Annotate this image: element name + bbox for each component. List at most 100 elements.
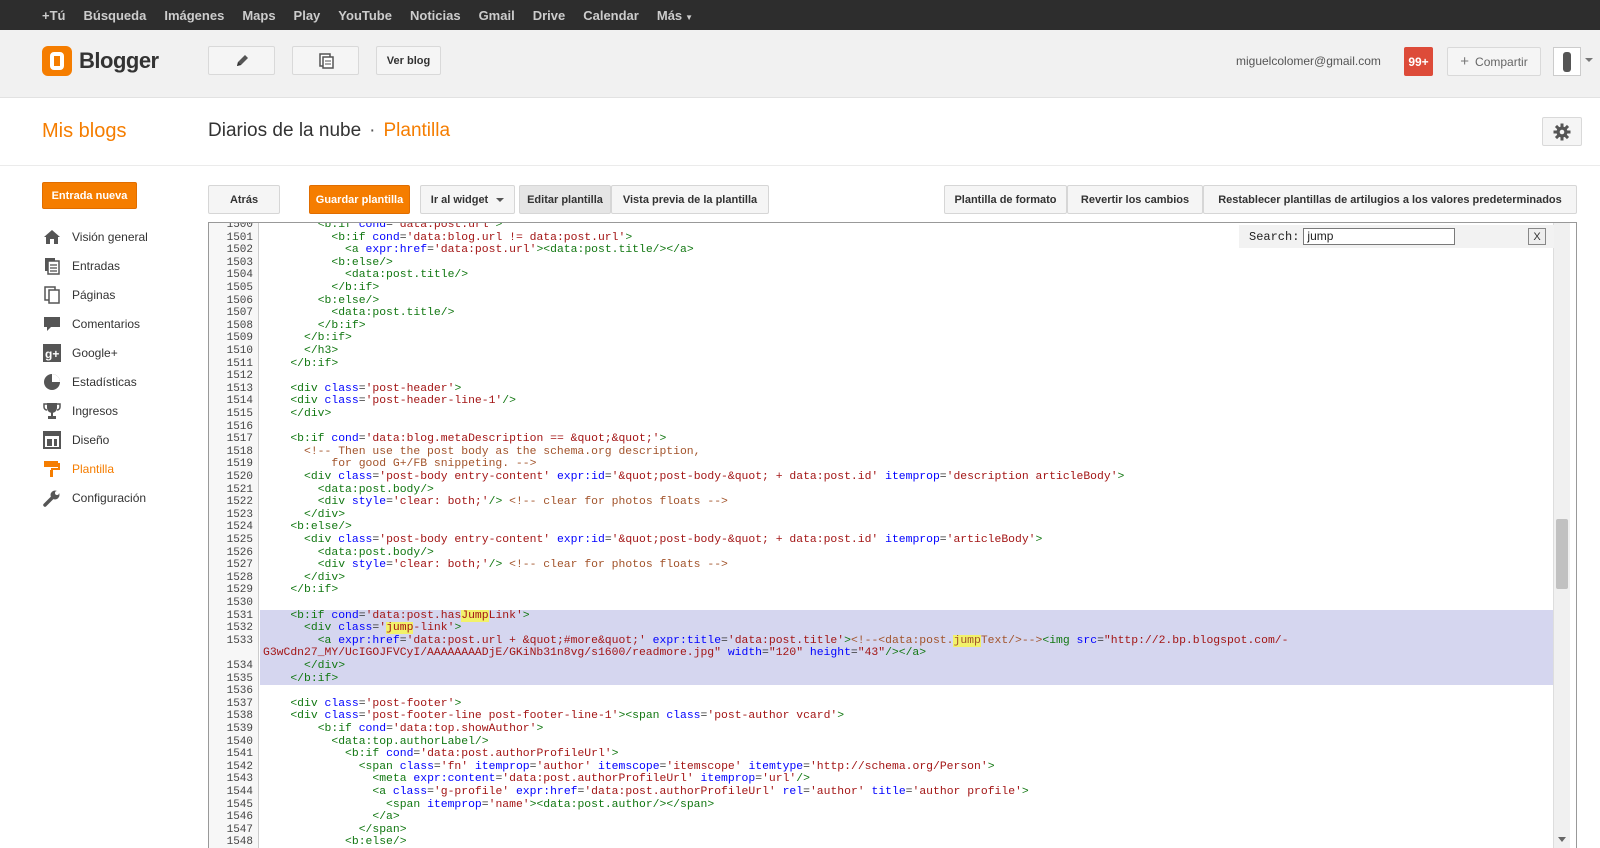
share-button[interactable]: + Compartir: [1447, 47, 1541, 76]
code-line[interactable]: </b:if>: [263, 584, 338, 597]
settings-button[interactable]: [1542, 117, 1582, 146]
code-line[interactable]: <b:if cond='data:blog.metaDescription ==…: [263, 433, 666, 446]
scroll-down-arrow-icon[interactable]: [1558, 837, 1566, 842]
gbar-link-search[interactable]: Búsqueda: [83, 8, 146, 23]
gbar-link-play[interactable]: Play: [294, 8, 321, 23]
tab-edit-template[interactable]: Editar plantilla: [519, 185, 611, 214]
format-template-button[interactable]: Plantilla de formato: [944, 185, 1067, 214]
sidebar-item-label: Google+: [72, 345, 118, 360]
close-search-button[interactable]: X: [1528, 228, 1546, 245]
gbar-link-drive[interactable]: Drive: [533, 8, 566, 23]
page-title: Plantilla: [383, 120, 451, 141]
code-line[interactable]: <b:if cond='data:post.authorProfileUrl'>: [263, 748, 618, 761]
gbar-link-gmail[interactable]: Gmail: [479, 8, 515, 23]
code-line[interactable]: <a class='g-profile' expr:href='data:pos…: [263, 786, 1028, 799]
code-line[interactable]: <b:if cond='data:post.hasJumpLink'>: [263, 609, 530, 623]
code-line[interactable]: <div class='jump-link'>: [263, 622, 461, 635]
code-line[interactable]: <b:if cond='data:top.showAuthor'>: [263, 723, 544, 736]
account-email[interactable]: miguelcolomer@gmail.com: [1236, 54, 1381, 68]
gbar-link-plus[interactable]: +Tú: [42, 8, 65, 23]
code-line[interactable]: </b:if>: [263, 358, 338, 371]
code-line[interactable]: </a>: [263, 811, 399, 824]
save-template-button[interactable]: Guardar plantilla: [309, 185, 410, 214]
code-line[interactable]: <div style='clear: both;'/> <!-- clear f…: [263, 559, 728, 572]
avatar-dropdown-icon[interactable]: [1585, 58, 1593, 62]
code-line[interactable]: <b:else/>: [263, 257, 393, 270]
scrollbar-thumb[interactable]: [1556, 519, 1568, 589]
back-button[interactable]: Atrás: [208, 185, 280, 214]
line-number: 1504: [226, 269, 253, 282]
code-line[interactable]: </div>: [263, 572, 345, 585]
code-line[interactable]: <data:post.title/>: [263, 307, 454, 320]
code-line[interactable]: </b:if>: [263, 320, 366, 333]
code-line[interactable]: <b:else/>: [263, 836, 407, 848]
revert-changes-button[interactable]: Revertir los cambios: [1067, 185, 1203, 214]
line-number: 1545: [226, 798, 253, 811]
code-line[interactable]: <div class='post-header-line-1'/>: [263, 395, 516, 408]
view-posts-button[interactable]: [292, 46, 359, 75]
blogger-logo[interactable]: Blogger: [42, 46, 159, 76]
gbar-link-images[interactable]: Imágenes: [164, 8, 224, 23]
code-line[interactable]: </span>: [263, 824, 407, 837]
code-line[interactable]: <a expr:href='data:post.url'><data:post.…: [263, 244, 694, 257]
code-line[interactable]: <data:top.authorLabel/>: [263, 736, 488, 749]
sidebar-item-pages[interactable]: Páginas: [42, 280, 148, 309]
code-line[interactable]: <meta expr:content='data:post.authorProf…: [263, 773, 810, 786]
vertical-scrollbar[interactable]: [1553, 223, 1570, 848]
code-line[interactable]: </div>: [263, 509, 345, 522]
code-line[interactable]: <div class='post-footer'>: [263, 698, 461, 711]
code-editor[interactable]: 1500 1501 1502 1503 1504 1505 1506 1507 1508 1509…: [208, 222, 1577, 848]
search-input[interactable]: jump: [1303, 228, 1456, 245]
code-line[interactable]: <b:else/>: [263, 521, 352, 534]
new-post-pencil-button[interactable]: [208, 46, 275, 75]
notifications-badge[interactable]: 99+: [1404, 47, 1433, 76]
gbar-link-youtube[interactable]: YouTube: [338, 8, 392, 23]
avatar[interactable]: [1553, 47, 1581, 76]
blog-name[interactable]: Diarios de la nube: [208, 120, 361, 141]
code-line[interactable]: G3wCdn27_MY/UcIGOJFVCyI/AAAAAAAADjE/GKiN…: [263, 647, 926, 660]
code-line[interactable]: </b:if>: [263, 673, 338, 686]
gbar-link-news[interactable]: Noticias: [410, 8, 461, 23]
sidebar-item-template[interactable]: Plantilla: [42, 454, 148, 483]
code-line[interactable]: <span itemprop='name'><data:post.author/…: [263, 799, 714, 812]
code-line[interactable]: <b:if cond='data:blog.url != data:post.u…: [263, 232, 632, 245]
line-number: 1501: [226, 231, 253, 244]
jump-to-widget-dropdown[interactable]: Ir al widget: [420, 185, 515, 214]
code-line[interactable]: </b:if>: [263, 282, 379, 295]
code-line[interactable]: <a expr:href='data:post.url + &quot;#mor…: [263, 634, 1288, 648]
code-line[interactable]: <b:else/>: [263, 295, 380, 308]
code-line[interactable]: for good G+/FB snippeting. -->: [263, 458, 536, 471]
tab-preview-template[interactable]: Vista previa de la plantilla: [611, 185, 769, 214]
sidebar-item-stats[interactable]: Estadísticas: [42, 367, 148, 396]
code-line[interactable]: <data:post.title/>: [263, 269, 468, 282]
code-line[interactable]: </div>: [263, 408, 331, 421]
my-blogs-link[interactable]: Mis blogs: [42, 120, 126, 143]
sidebar-item-settings[interactable]: Configuración: [42, 483, 148, 512]
code-line[interactable]: <!-- Then use the post body as the schem…: [263, 446, 700, 459]
sidebar-item-layout[interactable]: Diseño: [42, 425, 148, 454]
sidebar-item-comments[interactable]: Comentarios: [42, 309, 148, 338]
code-line[interactable]: <span class='fn' itemprop='author' items…: [263, 761, 995, 774]
sidebar-item-earnings[interactable]: Ingresos: [42, 396, 148, 425]
new-post-button[interactable]: Entrada nueva: [42, 182, 137, 209]
code-line[interactable]: <b:if cond='data:post.url'>: [263, 223, 503, 232]
code-line[interactable]: <div class='post-body entry-content' exp…: [263, 534, 1042, 547]
sidebar-item-google-plus[interactable]: g+ Google+: [42, 338, 148, 367]
view-blog-button[interactable]: Ver blog: [376, 46, 441, 75]
code-line[interactable]: </b:if>: [263, 332, 352, 345]
sidebar-item-posts[interactable]: Entradas: [42, 251, 148, 280]
gbar-link-maps[interactable]: Maps: [242, 8, 275, 23]
code-line[interactable]: <data:post.body/>: [263, 484, 434, 497]
code-line[interactable]: <data:post.body/>: [263, 547, 434, 560]
gbar-link-more[interactable]: Más ▼: [657, 8, 693, 23]
code-line[interactable]: </div>: [263, 660, 345, 673]
sidebar-item-overview[interactable]: Visión general: [42, 222, 148, 251]
line-number: 1505: [226, 282, 253, 294]
reset-widget-templates-button[interactable]: Restablecer plantillas de artilugios a l…: [1203, 185, 1577, 214]
code-line[interactable]: </h3>: [263, 345, 338, 358]
code-line[interactable]: <div class='post-header'>: [263, 383, 461, 396]
gbar-link-calendar[interactable]: Calendar: [583, 8, 639, 23]
code-line[interactable]: <div class='post-body entry-content' exp…: [263, 471, 1124, 484]
code-line[interactable]: <div class='post-footer-line post-footer…: [263, 710, 844, 723]
code-line[interactable]: <div style='clear: both;'/> <!-- clear f…: [263, 496, 728, 509]
